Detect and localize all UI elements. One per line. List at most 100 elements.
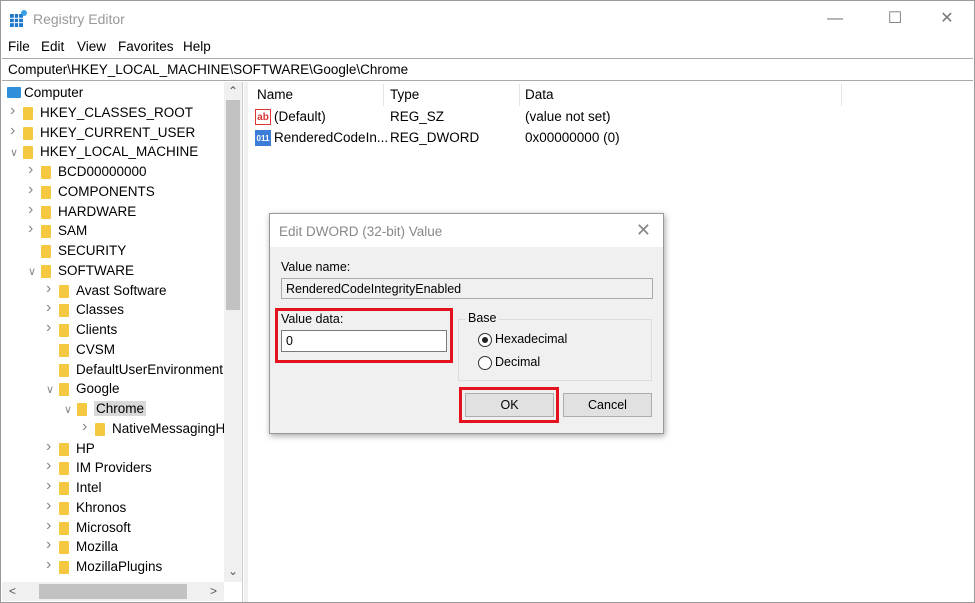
chevron-down-icon[interactable]: ∨	[46, 383, 56, 396]
scroll-right-arrow-icon[interactable]: >	[210, 584, 217, 598]
chevron-right-icon[interactable]: ›	[46, 497, 56, 515]
tree-vertical-scrollbar[interactable]: ⌃ ⌄	[224, 82, 242, 582]
tree-item[interactable]: › Intel	[2, 477, 224, 498]
menu-view[interactable]: View	[77, 39, 106, 54]
dialog-close-icon[interactable]: ✕	[636, 220, 651, 241]
maximize-button[interactable]: ☐	[872, 5, 918, 33]
chevron-right-icon[interactable]: ›	[46, 477, 56, 495]
tree-item[interactable]: › HKEY_CURRENT_USER	[2, 122, 224, 143]
tree-item[interactable]: ∨ SOFTWARE	[2, 262, 224, 281]
menu-file[interactable]: File	[8, 39, 30, 54]
folder-icon	[59, 541, 69, 555]
column-divider[interactable]	[383, 84, 384, 106]
tree-item-label: Intel	[76, 480, 102, 495]
chevron-right-icon[interactable]: ›	[46, 457, 56, 475]
tree-item[interactable]: › BCD00000000	[2, 161, 224, 182]
menu-edit[interactable]: Edit	[41, 39, 64, 54]
chevron-right-icon[interactable]: ›	[10, 122, 20, 140]
menu-favorites[interactable]: Favorites	[118, 39, 174, 54]
tree-item[interactable]: › Mozilla	[2, 536, 224, 557]
chevron-right-icon[interactable]: ›	[46, 536, 56, 554]
value-data: (value not set)	[525, 109, 611, 124]
column-header-name[interactable]: Name	[257, 87, 293, 102]
ok-button[interactable]: OK	[465, 393, 554, 417]
chevron-down-icon[interactable]: ∨	[10, 146, 20, 159]
column-header-data[interactable]: Data	[525, 87, 554, 102]
menu-bar: File Edit View Favorites Help	[1, 37, 974, 57]
chevron-right-icon[interactable]: ›	[46, 556, 56, 574]
value-data-label: Value data:	[281, 312, 344, 326]
folder-icon	[59, 442, 69, 456]
decimal-label[interactable]: Decimal	[495, 355, 540, 369]
tree-item[interactable]: › Classes	[2, 299, 224, 320]
chevron-right-icon[interactable]: ›	[46, 438, 56, 456]
chevron-right-icon[interactable]: ›	[28, 220, 38, 238]
tree-item[interactable]: › Avast Software	[2, 280, 224, 301]
tree-item[interactable]: CVSM	[2, 341, 224, 360]
column-divider[interactable]	[519, 84, 520, 106]
chevron-right-icon[interactable]: ›	[10, 102, 20, 120]
column-divider[interactable]	[841, 84, 842, 106]
tree-item-label: Mozilla	[76, 539, 119, 555]
tree-item[interactable]: ∨ Chrome	[2, 400, 224, 419]
tree-horizontal-scrollbar[interactable]: < >	[2, 582, 224, 601]
tree-item[interactable]: › SAM	[2, 220, 224, 241]
tree-item[interactable]: › NativeMessagingHosts	[2, 418, 242, 439]
chevron-right-icon[interactable]: ›	[28, 161, 38, 179]
folder-icon	[59, 343, 69, 357]
tree-item[interactable]: › COMPONENTS	[2, 181, 224, 202]
tree-item[interactable]: › IM Providers	[2, 457, 224, 478]
tree-item-label: Classes	[76, 302, 125, 318]
menu-help[interactable]: Help	[183, 39, 211, 54]
value-data-input[interactable]: 0	[281, 330, 447, 352]
tree-item[interactable]: ∨ Google	[2, 380, 224, 399]
tree-item[interactable]: SECURITY	[2, 242, 224, 261]
scroll-left-arrow-icon[interactable]: <	[9, 584, 16, 598]
scroll-thumb[interactable]	[39, 584, 187, 599]
base-group	[458, 319, 652, 381]
list-row[interactable]: ab (Default) REG_SZ (value not set)	[249, 108, 849, 128]
minimize-button[interactable]: —	[812, 5, 858, 33]
chevron-right-icon[interactable]: ›	[46, 517, 56, 535]
tree-item[interactable]: ∨ HKEY_LOCAL_MACHINE	[2, 143, 224, 162]
scroll-down-arrow-icon[interactable]: ⌄	[228, 564, 238, 578]
folder-icon	[59, 304, 69, 318]
chevron-right-icon[interactable]: ›	[46, 299, 56, 317]
decimal-radio[interactable]	[478, 356, 492, 370]
tree-item-label: MozillaPlugins	[76, 559, 163, 574]
folder-icon	[59, 501, 69, 515]
tree-item[interactable]: › Microsoft	[2, 517, 224, 538]
chevron-right-icon[interactable]: ›	[28, 181, 38, 199]
hexadecimal-radio[interactable]	[478, 333, 492, 347]
cancel-button[interactable]: Cancel	[563, 393, 652, 417]
address-bar[interactable]: Computer\HKEY_LOCAL_MACHINE\SOFTWARE\Goo…	[2, 58, 973, 81]
folder-icon	[77, 403, 87, 416]
chevron-right-icon[interactable]: ›	[28, 201, 38, 219]
tree-item[interactable]: Computer	[2, 84, 224, 103]
tree-item[interactable]: › HARDWARE	[2, 201, 224, 222]
scroll-thumb[interactable]	[226, 100, 240, 310]
tree-item[interactable]: › MozillaPlugins	[2, 556, 224, 577]
pane-splitter[interactable]	[244, 82, 248, 602]
tree-item[interactable]: › HKEY_CLASSES_ROOT	[2, 102, 224, 123]
tree-item[interactable]: › HP	[2, 438, 224, 459]
chevron-down-icon[interactable]: ∨	[64, 403, 74, 416]
chevron-right-icon[interactable]: ›	[46, 319, 56, 337]
value-name: (Default)	[274, 109, 326, 124]
list-row[interactable]: 011 RenderedCodeIn... REG_DWORD 0x000000…	[249, 129, 849, 149]
tree-item[interactable]: › Clients	[2, 319, 224, 340]
chevron-right-icon[interactable]: ›	[82, 418, 92, 436]
tree-item-label: Clients	[76, 322, 118, 337]
chevron-down-icon[interactable]: ∨	[28, 265, 38, 278]
tree-item-label: CVSM	[76, 341, 116, 357]
registry-editor-icon	[10, 10, 27, 27]
scroll-up-arrow-icon[interactable]: ⌃	[228, 84, 238, 98]
tree-item[interactable]: › Khronos	[2, 497, 224, 518]
hexadecimal-label[interactable]: Hexadecimal	[495, 332, 567, 346]
close-button[interactable]: ✕	[924, 5, 970, 33]
string-value-icon: ab	[255, 109, 271, 125]
chevron-right-icon[interactable]: ›	[46, 280, 56, 298]
folder-icon	[23, 126, 33, 140]
tree-item[interactable]: DefaultUserEnvironment	[2, 361, 224, 380]
column-header-type[interactable]: Type	[390, 87, 419, 102]
